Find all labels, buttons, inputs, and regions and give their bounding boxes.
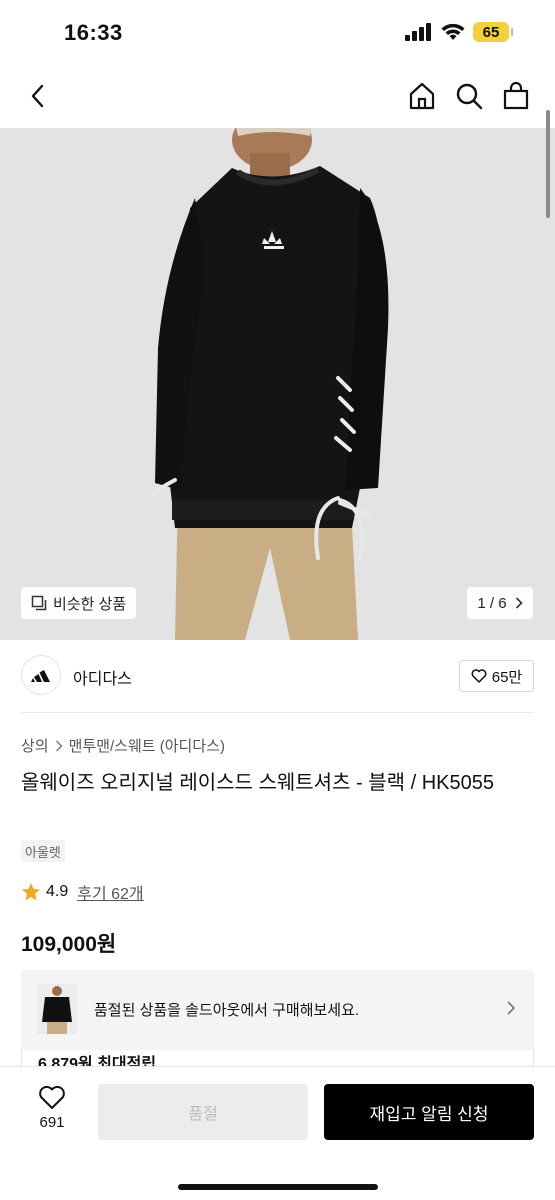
page-indicator-text: 1 / 6 — [477, 594, 507, 612]
shopping-bag-icon[interactable] — [498, 78, 534, 114]
restock-alert-button[interactable]: 재입고 알림 신청 — [324, 1084, 534, 1140]
battery-icon: 65 — [473, 22, 513, 42]
status-time: 16:33 — [64, 20, 123, 45]
wishlist-button[interactable]: 691 — [26, 1085, 78, 1131]
breadcrumb-category[interactable]: 상의 — [21, 735, 49, 756]
heart-icon — [471, 669, 487, 683]
wifi-icon — [441, 23, 465, 40]
top-nav — [0, 66, 555, 128]
chevron-right-icon — [507, 1001, 516, 1015]
rating: 4.9 후기 62개 — [21, 880, 144, 904]
similar-products-label: 비슷한 상품 — [53, 595, 127, 613]
review-count-link[interactable]: 후기 62개 — [77, 880, 143, 904]
outlet-tag: 아울렛 — [21, 840, 65, 862]
similar-icon — [31, 595, 47, 611]
product-title: 올웨이즈 오리지널 레이스드 스웨트셔츠 - 블랙 / HK5055 — [21, 772, 494, 794]
adidas-logo-icon — [31, 670, 50, 682]
soldout-button[interactable]: 품절 — [98, 1084, 308, 1140]
similar-products-button[interactable]: 비슷한 상품 — [21, 587, 137, 619]
chevron-right-icon — [515, 597, 523, 609]
bottom-action-bar: 691 품절 재입고 알림 신청 — [0, 1066, 555, 1200]
home-indicator — [178, 1184, 378, 1190]
search-icon[interactable] — [451, 78, 487, 114]
heart-icon — [39, 1085, 65, 1109]
soldout-thumbnail — [37, 984, 77, 1034]
battery-level: 65 — [482, 23, 500, 41]
back-icon[interactable] — [20, 78, 56, 114]
restock-button-label: 재입고 알림 신청 — [369, 1104, 489, 1124]
brand-name[interactable]: 아디다스 — [73, 665, 132, 689]
brand-like-button[interactable]: 65만 — [459, 660, 534, 692]
chevron-right-icon — [55, 740, 63, 751]
product-price: 109,000원 — [21, 933, 117, 956]
breadcrumb: 상의 맨투맨/스웨트 (아디다스) — [21, 735, 225, 756]
soldout-banner-text: 품절된 상품을 솔드아웃에서 구매해보세요. — [94, 1002, 360, 1019]
breadcrumb-subcategory[interactable]: 맨투맨/스웨트 (아디다스) — [69, 735, 225, 756]
signal-icon — [405, 23, 431, 41]
brand-logo[interactable] — [21, 655, 61, 695]
product-photo — [0, 128, 555, 640]
image-page-indicator[interactable]: 1 / 6 — [467, 587, 533, 619]
brand-row: 아디다스 65만 — [21, 655, 534, 699]
home-icon[interactable] — [404, 78, 440, 114]
scroll-indicator[interactable] — [546, 110, 550, 218]
star-icon — [22, 883, 40, 901]
soldout-banner[interactable]: 품절된 상품을 솔드아웃에서 구매해보세요. — [21, 970, 534, 1050]
rating-value: 4.9 — [46, 883, 69, 900]
status-bar: 16:33 65 — [0, 0, 555, 66]
divider — [21, 712, 534, 713]
status-icons: 65 — [405, 22, 513, 42]
soldout-button-label: 품절 — [188, 1106, 218, 1123]
brand-like-count: 65만 — [491, 668, 523, 686]
wish-count: 691 — [39, 1114, 65, 1131]
product-image[interactable]: 비슷한 상품 1 / 6 — [0, 128, 555, 640]
